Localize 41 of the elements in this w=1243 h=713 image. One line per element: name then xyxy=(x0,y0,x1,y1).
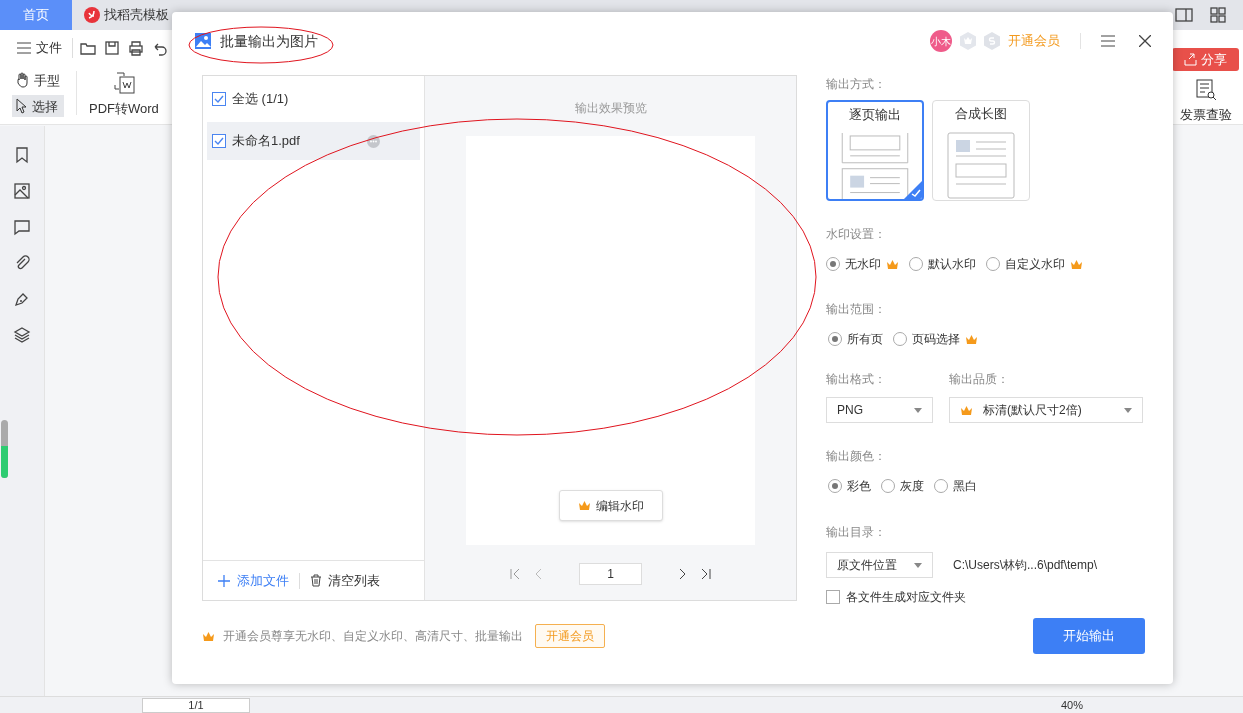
section-label: 输出品质： xyxy=(949,371,1010,388)
file-name: 未命名1.pdf xyxy=(232,132,300,151)
start-output-button[interactable]: 开始输出 xyxy=(1033,618,1145,654)
quality-dropdown[interactable]: 标清(默认尺寸2倍) xyxy=(949,397,1143,423)
directory-dropdown[interactable]: 原文件位置 xyxy=(826,552,933,578)
section-label: 输出目录： xyxy=(826,525,886,539)
select-all-label[interactable]: 全选 (1/1) xyxy=(232,89,289,109)
share-button[interactable]: 分享 xyxy=(1172,48,1239,71)
radio-label[interactable]: 黑白 xyxy=(953,477,977,495)
section-label: 输出格式： xyxy=(826,371,887,388)
section-label: 水印设置： xyxy=(826,227,886,241)
add-file-button[interactable]: 添加文件 xyxy=(218,570,289,591)
preview-title: 输出效果预览 xyxy=(574,100,647,117)
pdf-to-word-button[interactable]: PDF转Word xyxy=(89,68,159,118)
radio-label[interactable]: 无水印 xyxy=(845,255,881,273)
file-menu-button[interactable]: 文件 xyxy=(12,38,66,58)
radio-label[interactable]: 自定义水印 xyxy=(1005,255,1065,273)
checkbox-label[interactable]: 各文件生成对应文件夹 xyxy=(846,588,966,606)
radio-label[interactable]: 页码选择 xyxy=(912,330,960,348)
dialog-title: 批量输出为图片 xyxy=(220,31,318,51)
format-dropdown[interactable]: PNG xyxy=(826,397,933,423)
radio-label[interactable]: 彩色 xyxy=(847,477,871,495)
file-row[interactable]: 未命名1.pdf xyxy=(207,122,420,160)
radio-label[interactable]: 灰度 xyxy=(900,477,924,495)
page-field[interactable]: 1/1 xyxy=(142,698,250,713)
clear-list-button[interactable]: 清空列表 xyxy=(310,570,380,591)
radio-label[interactable]: 默认水印 xyxy=(928,255,976,273)
output-mode-card[interactable]: 合成长图 xyxy=(932,100,1030,201)
invoice-check-button[interactable]: 发票查验 xyxy=(1179,79,1232,125)
promo-text: 开通会员尊享无水印、自定义水印、高清尺寸、批量输出 xyxy=(223,628,523,645)
zoom-level: 40% xyxy=(1060,699,1083,711)
tool-button[interactable]: 选择 xyxy=(12,95,64,118)
section-label: 输出方式： xyxy=(826,76,887,93)
directory-path: C:\Users\林钧...6\pdf\temp\ xyxy=(953,557,1098,574)
section-label: 输出颜色： xyxy=(826,449,886,463)
output-mode-card[interactable]: 逐页输出 xyxy=(826,100,924,201)
edit-watermark-button[interactable]: 编辑水印 xyxy=(558,490,663,521)
section-label: 输出范围： xyxy=(826,302,886,316)
tool-button[interactable]: 手型 xyxy=(12,69,64,92)
page-number-field[interactable]: 1 xyxy=(579,563,642,585)
radio-label[interactable]: 所有页 xyxy=(847,330,883,348)
